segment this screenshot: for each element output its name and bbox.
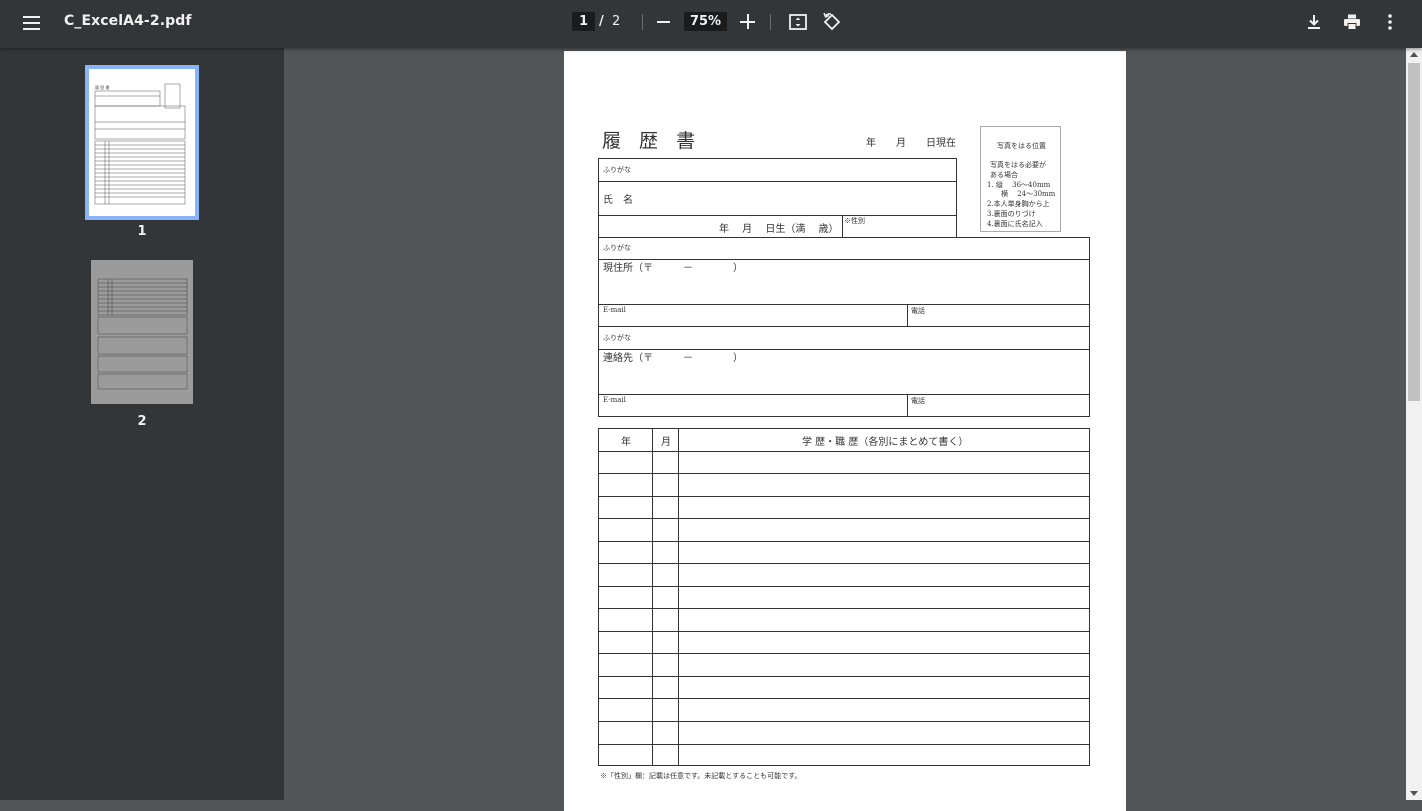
history-row-line [598, 518, 1090, 520]
birth-label: 年 月 日生（満 歳） [719, 224, 839, 235]
photo-box: 写真をはる位置 写真をはる必要が ある場合 1. 縦 36～40mm 横 24～… [980, 126, 1061, 232]
photo-note: 3.裏面のりづけ [987, 210, 1036, 218]
divider [598, 326, 1090, 327]
photo-note: 2.本人単身胸から上 [987, 200, 1050, 208]
thumbnail-label-1: 1 [137, 224, 147, 239]
rotate-icon[interactable] [822, 12, 842, 32]
history-table [598, 428, 1090, 766]
divider [598, 394, 1090, 395]
divider [652, 428, 653, 766]
scrollbar-thumb[interactable] [1408, 63, 1420, 401]
address-label: 現住所（〒 － ） [603, 263, 743, 274]
furigana-label: ふりがな [603, 244, 631, 252]
divider [907, 304, 908, 326]
history-row-line [598, 630, 1090, 632]
divider [842, 215, 843, 238]
zoom-in-button[interactable] [740, 14, 755, 29]
photo-note: ある場合 [990, 171, 1018, 179]
name-label: 氏 名 [603, 195, 633, 206]
zoom-out-button[interactable] [657, 21, 670, 23]
scroll-up-arrow-icon[interactable] [1410, 52, 1418, 57]
history-row-line [598, 698, 1090, 700]
furigana-label: ふりがな [603, 334, 631, 342]
history-row-line [598, 563, 1090, 565]
phone-label: 電話 [911, 397, 925, 405]
page-number-input[interactable]: 1 [572, 12, 595, 31]
history-title-header: 学 歴・職 歴（各別にまとめて書く） [802, 437, 969, 448]
history-row-line [598, 675, 1090, 677]
print-icon[interactable] [1342, 12, 1362, 32]
history-row-line [598, 608, 1090, 610]
toolbar-divider [642, 14, 643, 30]
photo-note: 4.裏面に氏名記入 [987, 220, 1043, 228]
furigana-label: ふりがな [603, 166, 631, 174]
history-row-line [598, 585, 1090, 587]
phone-label: 電話 [911, 307, 925, 315]
more-options-icon[interactable] [1380, 12, 1400, 32]
history-row-line [598, 473, 1090, 475]
history-row-line [598, 540, 1090, 542]
history-row-line [598, 653, 1090, 655]
resume-title: 履 歴 書 [602, 130, 702, 152]
contact-label: 連絡先（〒 － ） [603, 353, 743, 364]
pdf-page-1: 履 歴 書 年 月 日現在 写真をはる位置 写真をはる必要が ある場合 1. 縦… [564, 51, 1126, 811]
date-current-label: 年 月 日現在 [866, 138, 956, 149]
thumbnail-page-2[interactable] [91, 260, 193, 404]
thumbnail-2-preview [97, 278, 188, 390]
email-label: E-mail [603, 396, 626, 404]
footnote: ※「性別」欄：記載は任意です。未記載とすることも可能です。 [600, 772, 802, 780]
thumbnail-page-1[interactable]: 履 歴 書 [85, 65, 199, 220]
divider [598, 304, 1090, 305]
thumbnail-sidebar: 履 歴 書 1 2 [0, 48, 284, 800]
email-label: E-mail [603, 306, 626, 314]
history-row-line [598, 743, 1090, 745]
divider [598, 181, 957, 182]
history-row-line [598, 450, 1090, 452]
history-year-header: 年 [621, 437, 631, 448]
gender-label: ※性別 [844, 217, 865, 225]
thumbnail-1-preview: 履 歴 書 [94, 83, 186, 205]
history-row-line [598, 495, 1090, 497]
total-pages: 2 [612, 14, 621, 29]
toolbar-divider [770, 14, 771, 30]
fit-to-page-icon[interactable] [788, 12, 808, 32]
menu-icon[interactable] [22, 14, 42, 32]
photo-note: 横 24～30mm [987, 190, 1056, 198]
history-month-header: 月 [661, 437, 671, 448]
page-separator: / [599, 14, 604, 29]
photo-note: 写真をはる必要が [990, 161, 1046, 169]
divider [678, 428, 679, 766]
photo-title: 写真をはる位置 [997, 142, 1046, 150]
download-icon[interactable] [1304, 12, 1324, 32]
divider [598, 215, 957, 216]
pdf-toolbar: C_ExcelA4-2.pdf 1 / 2 75% [0, 0, 1422, 48]
divider [907, 394, 908, 417]
history-row-line [598, 720, 1090, 722]
document-title: C_ExcelA4-2.pdf [64, 13, 192, 29]
svg-text:履 歴 書: 履 歴 書 [95, 84, 110, 90]
scroll-down-arrow-icon[interactable] [1410, 791, 1418, 796]
thumbnail-label-2: 2 [137, 414, 147, 429]
zoom-input[interactable]: 75% [684, 12, 727, 31]
vertical-scrollbar[interactable] [1406, 48, 1422, 800]
